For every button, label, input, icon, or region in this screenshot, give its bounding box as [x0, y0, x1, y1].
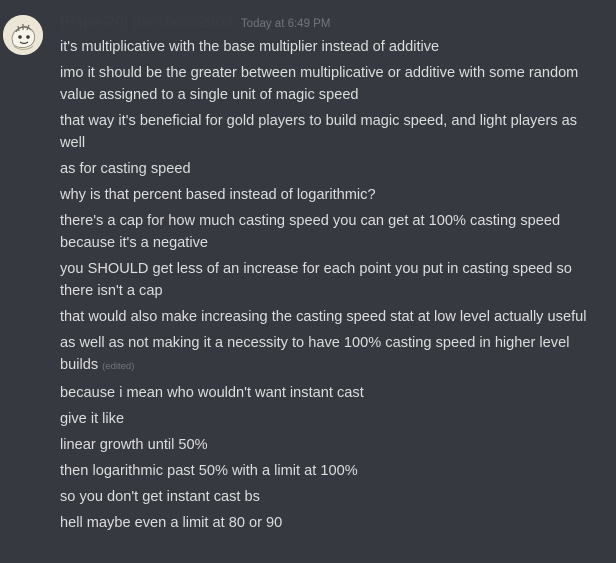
message-line: because i mean who wouldn't want instant… — [60, 382, 600, 404]
username[interactable]: [Papa-20] pieisboss2003 — [60, 14, 233, 32]
message-line: that way it's beneficial for gold player… — [60, 110, 600, 154]
message-line: that would also make increasing the cast… — [60, 306, 600, 328]
message-text: give it like — [60, 411, 125, 427]
message-text: because i mean who wouldn't want instant… — [60, 385, 364, 401]
message-line: there's a cap for how much casting speed… — [60, 210, 600, 254]
message-group: [Papa-20] pieisboss2003 Today at 6:49 PM… — [0, 0, 616, 563]
message-line: give it like — [60, 408, 600, 430]
message-text: as for casting speed — [60, 161, 191, 177]
message-text: that would also make increasing the cast… — [60, 309, 587, 325]
message-line: why is that percent based instead of log… — [60, 184, 600, 206]
message-text: why is that percent based instead of log… — [60, 187, 376, 203]
message-text: that way it's beneficial for gold player… — [60, 113, 578, 151]
message-text: hell maybe even a limit at 80 or 90 — [60, 515, 283, 531]
message-text: then logarithmic past 50% with a limit a… — [60, 463, 358, 479]
message-text: it's multiplicative with the base multip… — [60, 39, 440, 55]
message-text: linear growth until 50% — [60, 437, 208, 453]
user-avatar-icon[interactable] — [3, 15, 43, 55]
message-line: hell maybe even a limit at 80 or 90 — [60, 512, 600, 534]
message-line: you SHOULD get less of an increase for e… — [60, 258, 600, 302]
message-header: [Papa-20] pieisboss2003 Today at 6:49 PM — [60, 14, 330, 34]
message-text: you SHOULD get less of an increase for e… — [60, 261, 572, 299]
message-line: then logarithmic past 50% with a limit a… — [60, 460, 600, 482]
message-text: so you don't get instant cast bs — [60, 489, 260, 505]
message-line: as well as not making it a necessity to … — [60, 332, 600, 378]
message-line: linear growth until 50% — [60, 434, 600, 456]
edited-marker: (edited) — [102, 361, 135, 372]
message-line: as for casting speed — [60, 158, 600, 180]
message-line: so you don't get instant cast bs — [60, 486, 600, 508]
message-text: as well as not making it a necessity to … — [60, 335, 570, 373]
message-text: imo it should be the greater between mul… — [60, 65, 579, 103]
message-text: there's a cap for how much casting speed… — [60, 213, 561, 251]
message-line: it's multiplicative with the base multip… — [60, 36, 600, 58]
timestamp: Today at 6:49 PM — [240, 18, 331, 30]
message-line: imo it should be the greater between mul… — [60, 62, 600, 106]
message-list: it's multiplicative with the base multip… — [60, 36, 600, 538]
